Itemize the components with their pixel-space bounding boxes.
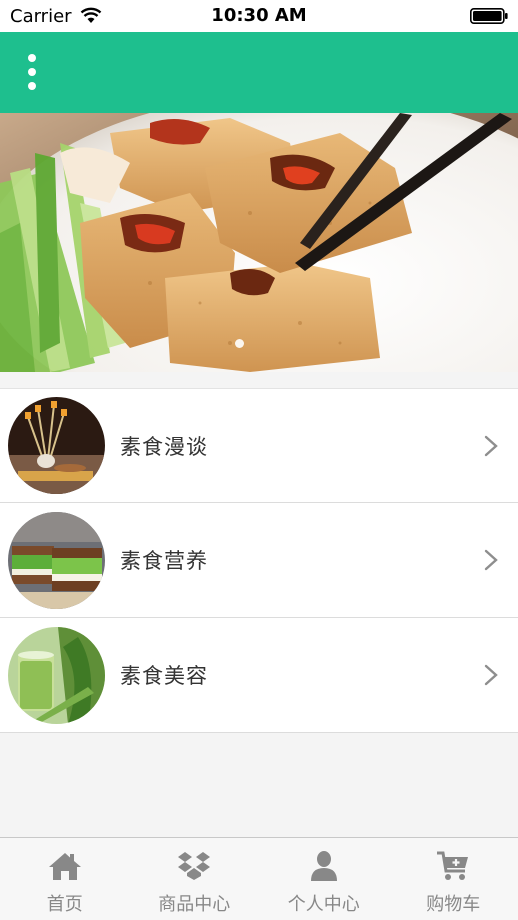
- tab-label: 首页: [46, 894, 83, 915]
- menu-dot: [28, 54, 36, 62]
- tab-label: 个人中心: [287, 894, 360, 915]
- bottom-tab-bar: 首页 商品中心 个人中心 购物车: [0, 837, 518, 920]
- app-screen: Carrier 10:30 AM 素食漫谈 素食营养 素食美容 首页 商品中心 …: [0, 0, 518, 920]
- carousel-page-indicator[interactable]: [235, 339, 244, 348]
- clock: 10:30 AM: [211, 5, 307, 26]
- list-item-label: 素食美容: [120, 664, 208, 688]
- home-icon: [48, 853, 81, 880]
- app-header: [0, 32, 518, 113]
- battery-icon: [470, 8, 508, 24]
- dropbox-icon: [178, 852, 211, 880]
- list-item-vegetarian-nutrition[interactable]: 素食营养: [0, 503, 518, 618]
- cart-icon: [437, 851, 469, 880]
- more-menu-button[interactable]: [18, 50, 46, 94]
- category-list: 素食漫谈 素食营养 素食美容: [0, 388, 518, 733]
- list-item-label: 素食漫谈: [120, 434, 208, 459]
- tab-product-center[interactable]: 商品中心: [130, 838, 260, 920]
- list-item-vegetarian-talk[interactable]: 素食漫谈: [0, 388, 518, 503]
- tab-home[interactable]: 首页: [0, 838, 130, 920]
- dessert-platter-thumbnail: [8, 397, 105, 494]
- vegetable-sandwich-thumbnail: [8, 511, 105, 609]
- tab-shopping-cart[interactable]: 购物车: [389, 838, 518, 920]
- person-icon: [310, 851, 337, 881]
- menu-dot: [28, 82, 36, 90]
- status-bar: Carrier 10:30 AM: [0, 0, 518, 32]
- chevron-right-icon: [484, 549, 498, 571]
- tab-label: 购物车: [426, 894, 481, 915]
- banner-carousel[interactable]: [0, 113, 518, 372]
- green-juice-thumbnail: [8, 626, 105, 724]
- chevron-right-icon: [484, 435, 498, 456]
- menu-dot: [28, 68, 36, 76]
- banner-image: [0, 113, 518, 372]
- tab-personal-center[interactable]: 个人中心: [259, 838, 389, 920]
- list-item-vegetarian-beauty[interactable]: 素食美容: [0, 618, 518, 733]
- chevron-right-icon: [484, 664, 498, 686]
- tab-label: 商品中心: [158, 894, 231, 915]
- list-item-label: 素食营养: [120, 549, 208, 573]
